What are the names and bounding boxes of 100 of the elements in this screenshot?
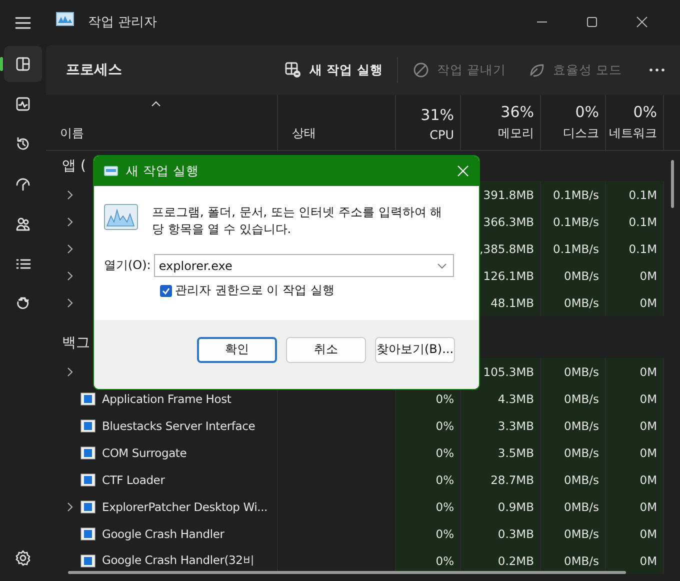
field-label: 열기(O):: [104, 257, 151, 274]
prohibited-icon: [412, 61, 430, 79]
maximize-icon[interactable]: [586, 16, 598, 28]
table-cell: 0M: [640, 526, 657, 540]
table-cell: ,385.8MB: [480, 242, 534, 256]
table-cell: 0M: [640, 500, 657, 514]
table-cell: 0M: [640, 296, 657, 310]
table-cell: 0%: [436, 446, 454, 460]
process-name: COM Surrogate: [102, 446, 187, 460]
expand-chevron-icon[interactable]: [66, 298, 74, 308]
table-cell: 0.2MB: [498, 554, 534, 568]
users-icon: [14, 215, 32, 233]
checkmark-icon: [161, 286, 171, 296]
toolbar-button[interactable]: 새 작업 실행: [276, 55, 392, 85]
process-name: ExplorerPatcher Desktop Wi...: [102, 500, 268, 514]
app-window-icon: [80, 444, 96, 460]
dialog-button[interactable]: 취소: [286, 336, 366, 362]
table-cell: 3.3MB: [498, 418, 534, 432]
table-cell: 366.3MB: [483, 214, 534, 228]
table-cell: 0M: [640, 392, 657, 406]
expand-chevron-icon[interactable]: [66, 216, 74, 226]
table-cell: 0MB/s: [564, 268, 599, 282]
process-name: CTF Loader: [102, 472, 165, 486]
table-cell: 0M: [640, 554, 657, 568]
dialog-button[interactable]: 찾아보기(B)...: [375, 336, 455, 362]
run-task-icon: [284, 61, 302, 79]
expand-chevron-icon[interactable]: [66, 244, 74, 254]
table-cell: 0MB/s: [564, 296, 599, 310]
table-cell: 0MB/s: [564, 472, 599, 486]
app-window-icon: [80, 552, 96, 568]
column-header[interactable]: 31% CPU: [396, 95, 461, 150]
app-window-icon: [80, 418, 96, 434]
dropdown-icon[interactable]: [436, 262, 447, 268]
group-title: 백그: [62, 334, 90, 352]
column-header[interactable]: 상태: [278, 95, 396, 150]
column-header[interactable]: 0% 네트워크: [606, 95, 664, 150]
table-cell: 0M: [640, 472, 657, 486]
process-name: Bluestacks Server Interface: [102, 418, 256, 432]
table-cell: 0%: [436, 526, 454, 540]
run-dialog-icon: [104, 204, 138, 230]
table-cell: 0.3MB: [498, 526, 534, 540]
table-cell: 0.1MB/s: [553, 242, 599, 256]
table-cell: 0MB/s: [564, 526, 599, 540]
sort-caret-icon: [151, 101, 161, 107]
expand-chevron-icon[interactable]: [66, 190, 74, 200]
column-header[interactable]: 0% 디스크: [541, 95, 606, 150]
expand-chevron-icon[interactable]: [66, 502, 74, 512]
dialog-message: 프로그램, 폴더, 문서, 또는 인터넷 주소를 입력하여 해당 항목을 열 수 있습니다.: [152, 204, 444, 238]
table-cell: 0.1MB/s: [553, 188, 599, 202]
table-cell: 105.3MB: [483, 364, 534, 378]
table-cell: 391.8MB: [483, 188, 534, 202]
table-cell: 0.1MB/s: [553, 214, 599, 228]
table-cell: 0M: [640, 268, 657, 282]
table-cell: 0.1M: [628, 242, 657, 256]
scrollbar[interactable]: [671, 160, 674, 208]
close-icon[interactable]: [636, 16, 648, 28]
table-cell: 0.9MB: [498, 500, 534, 514]
table-cell: 0MB/s: [564, 500, 599, 514]
table-cell: 3.5MB: [498, 446, 534, 460]
process-name: Application Frame Host: [102, 392, 232, 406]
app-icon: [56, 12, 74, 26]
group-title: 앱 (: [62, 157, 86, 175]
table-cell: 0%: [436, 554, 454, 568]
table-cell: 0M: [640, 418, 657, 432]
table-cell: 0.1M: [628, 214, 657, 228]
table-cell: 0%: [436, 418, 454, 432]
app-window-icon: [80, 390, 96, 406]
column-header[interactable]: 이름: [46, 95, 278, 150]
pulse-icon: [14, 95, 32, 113]
table-cell: 0%: [436, 392, 454, 406]
app-window-icon: [80, 472, 96, 488]
settings-icon[interactable]: [14, 549, 32, 567]
table-cell: 0MB/s: [564, 446, 599, 460]
page-title: 프로세스: [66, 61, 122, 79]
table-cell: 0MB/s: [564, 392, 599, 406]
table-cell: 48.1MB: [490, 296, 534, 310]
processes-icon: [14, 55, 32, 73]
checkbox[interactable]: [160, 284, 172, 296]
table-cell: 4.3MB: [498, 392, 534, 406]
app-window-icon: [80, 526, 96, 542]
table-cell: 0%: [436, 500, 454, 514]
table-cell: 0M: [640, 364, 657, 378]
table-cell: 0MB/s: [564, 554, 599, 568]
expand-chevron-icon[interactable]: [66, 270, 74, 280]
open-field[interactable]: explorer.exe: [154, 254, 454, 277]
table-cell: 126.1MB: [483, 268, 534, 282]
process-name: Google Crash Handler(32비: [102, 553, 255, 568]
table-cell: 28.7MB: [490, 472, 534, 486]
dialog-button[interactable]: 확인: [197, 336, 277, 362]
expand-chevron-icon[interactable]: [66, 366, 74, 376]
dialog-title: 새 작업 실행: [126, 162, 199, 180]
scrollbar[interactable]: [68, 571, 626, 574]
table-cell: 0MB/s: [564, 364, 599, 378]
table-cell: 0MB/s: [564, 418, 599, 432]
process-name: Google Crash Handler: [102, 526, 224, 540]
checkbox-label: 관리자 권한으로 이 작업 실행: [175, 282, 334, 299]
column-header[interactable]: 36% 메모리: [461, 95, 541, 150]
window-title: 작업 관리자: [88, 14, 158, 31]
table-cell: 0%: [436, 472, 454, 486]
run-icon: [104, 166, 118, 176]
